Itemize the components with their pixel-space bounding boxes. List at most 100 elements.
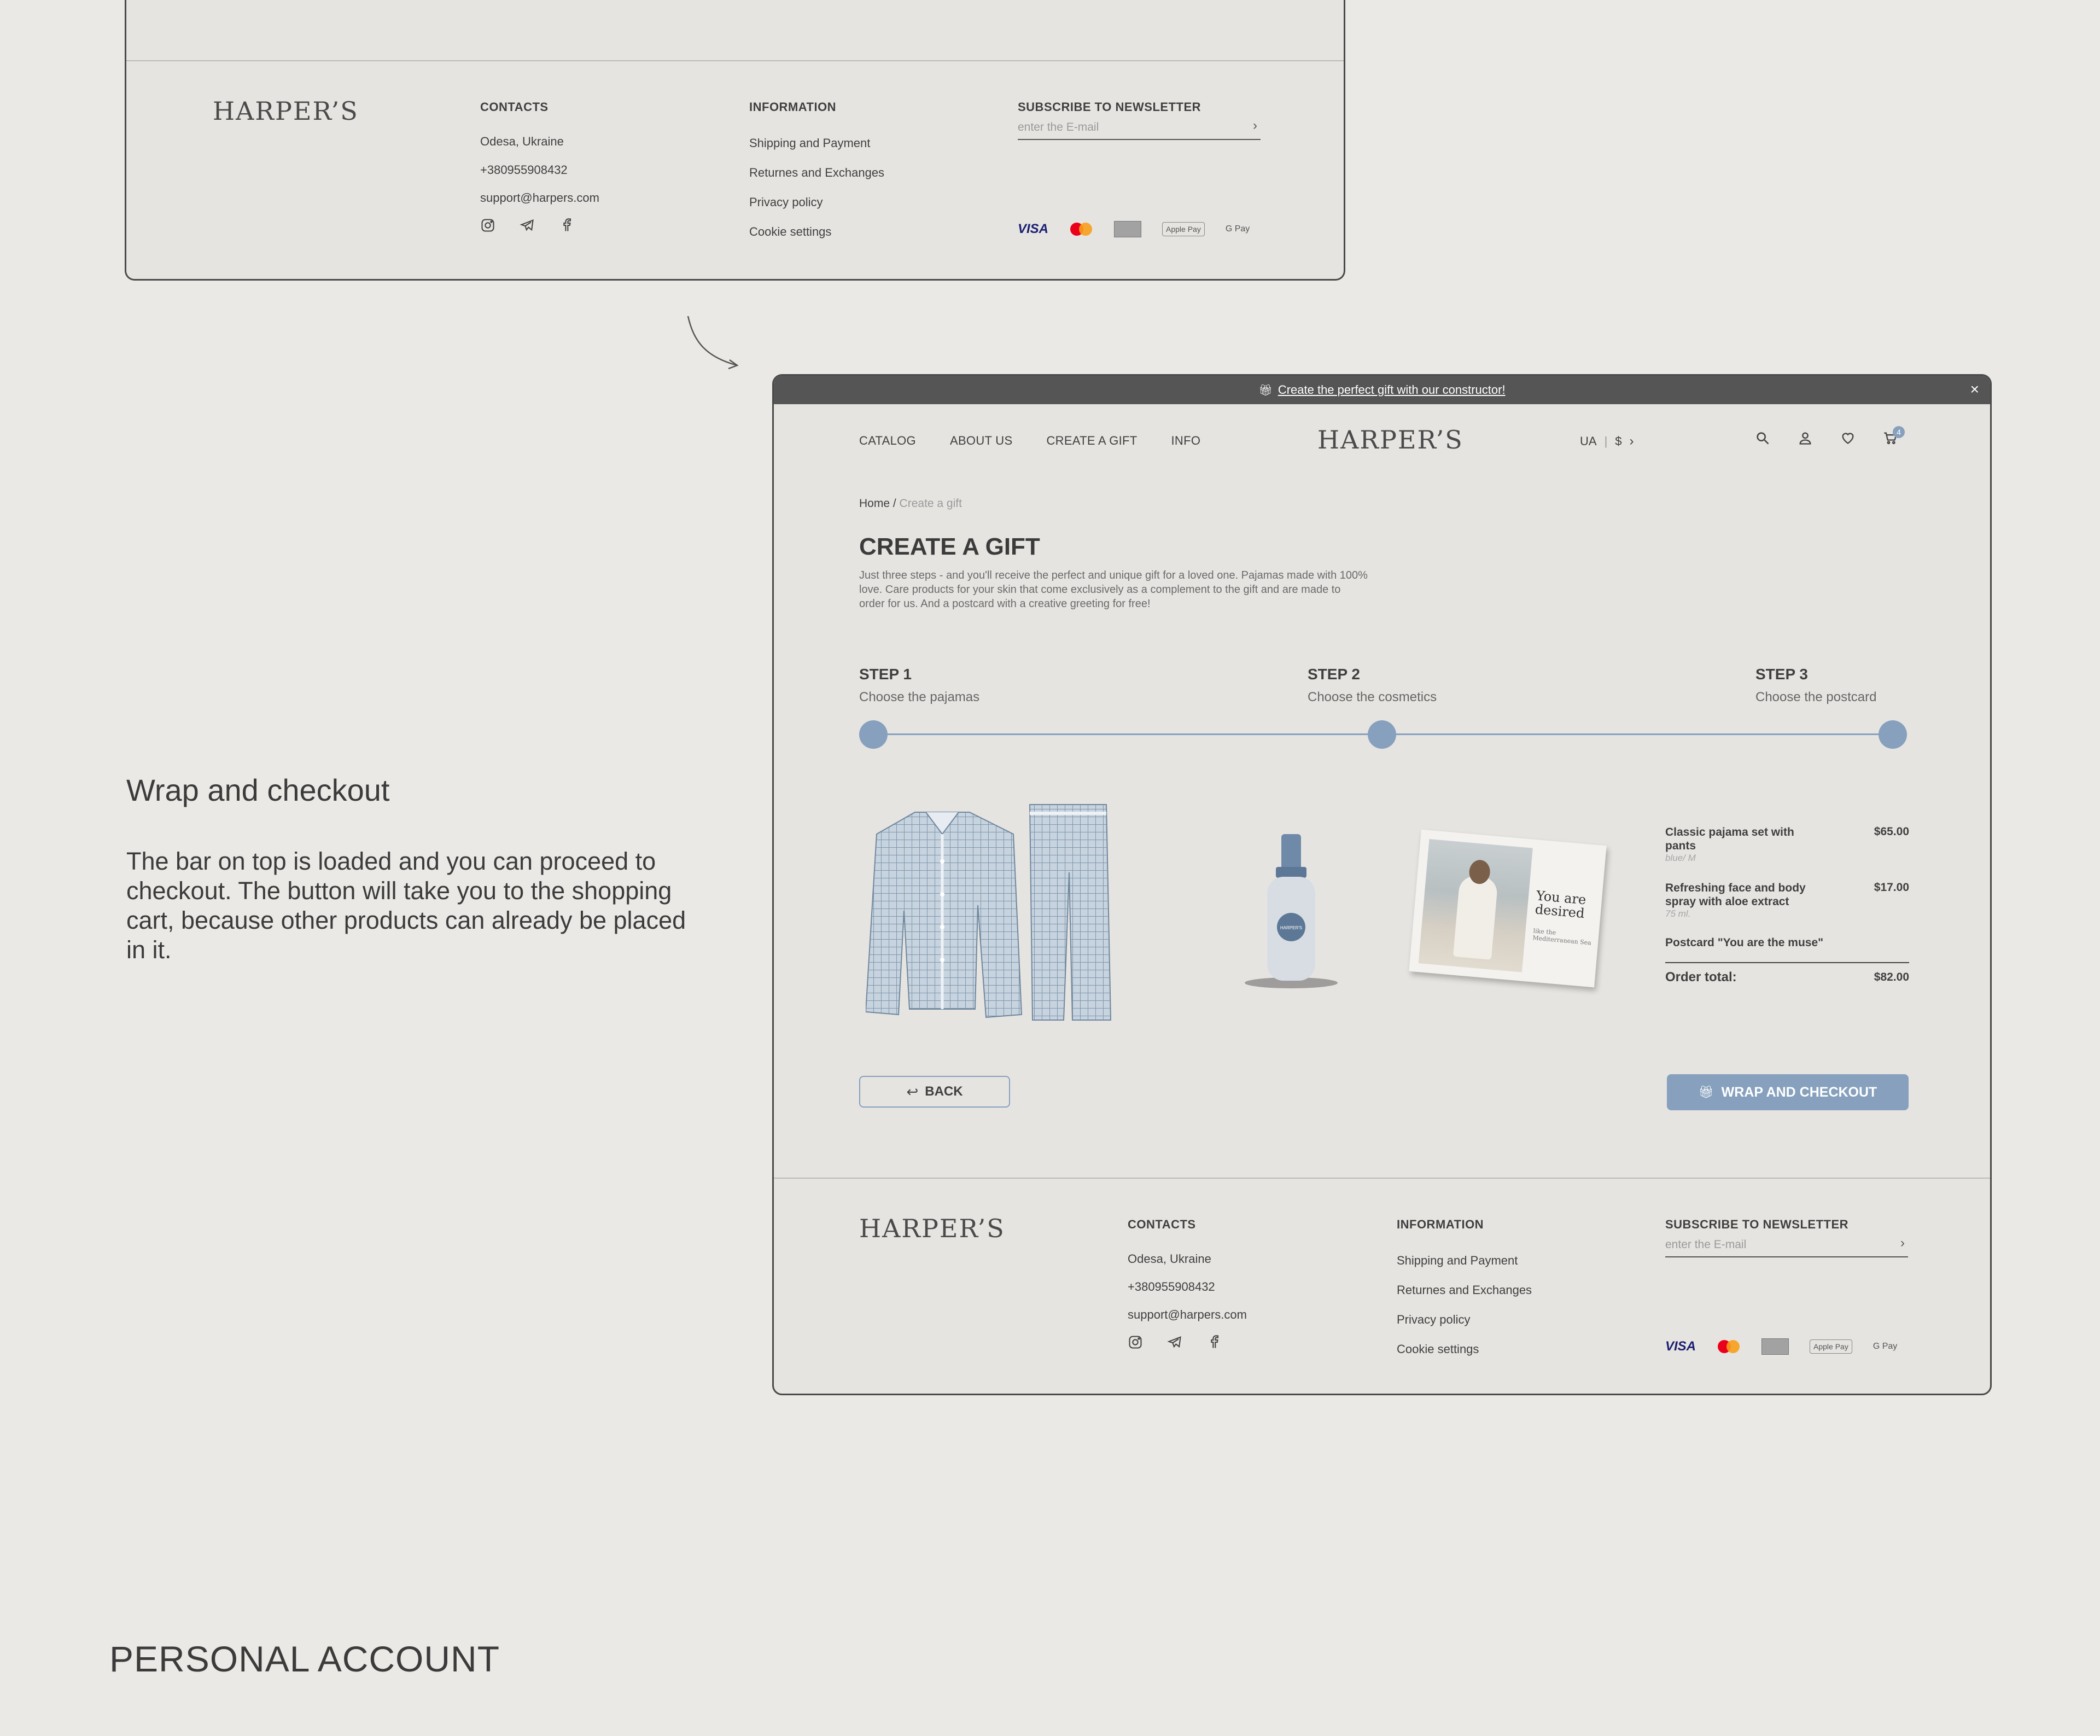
cart-count-badge: 4 — [1893, 426, 1905, 438]
newsletter-placeholder: enter the E-mail — [1018, 121, 1099, 133]
footer-link-returns[interactable]: Returnes and Exchanges — [749, 166, 884, 180]
header-logo[interactable]: HARPER’S — [1317, 425, 1463, 455]
newsletter-email-field[interactable]: enter the E-mail › — [1018, 115, 1261, 140]
apple-pay-icon: Apple Pay — [1810, 1339, 1852, 1354]
gift-icon: 🎁︎ — [1698, 1085, 1714, 1099]
order-total-value: $82.00 — [1874, 971, 1909, 983]
currency-code: $ — [1615, 434, 1622, 448]
header-actions: 4 — [1755, 426, 1905, 446]
promo-banner: 🎁︎ Create the perfect gift with our const… — [774, 376, 1990, 404]
order-total-label: Order total: — [1665, 970, 1737, 984]
footer-link-cookies[interactable]: Cookie settings — [749, 225, 831, 239]
amex-icon — [1761, 1338, 1789, 1355]
payment-methods: VISA Apple Pay G Pay — [1018, 221, 1250, 237]
nav-create-a-gift[interactable]: CREATE A GIFT — [1046, 434, 1137, 448]
flow-arrow-icon — [687, 316, 739, 370]
user-icon[interactable] — [1798, 430, 1813, 446]
postcard-photo — [1418, 839, 1533, 972]
contact-email[interactable]: support@harpers.com — [1128, 1308, 1247, 1322]
summary-item: Refreshing face and body spray with aloe… — [1665, 881, 1909, 936]
newsletter-title: SUBSCRIBE TO NEWSLETTER — [1665, 1217, 1849, 1231]
contact-phone[interactable]: +380955908432 — [1128, 1280, 1215, 1294]
step-3-title: STEP 3 — [1755, 666, 1808, 683]
order-summary: Classic pajama set with pants blue/ M $6… — [1665, 825, 1909, 992]
personal-account-heading: PERSONAL ACCOUNT — [109, 1639, 500, 1679]
instagram-icon[interactable] — [1128, 1335, 1143, 1350]
footer-logo[interactable]: HARPER’S — [859, 1214, 1005, 1243]
checkout-button-label: WRAP AND CHECKOUT — [1721, 1084, 1877, 1100]
summary-item: Classic pajama set with pants blue/ M $6… — [1665, 825, 1909, 881]
submit-arrow-icon[interactable]: › — [1900, 1236, 1905, 1251]
section-description: The bar on top is loaded and you can pro… — [126, 847, 686, 964]
summary-item-price: $17.00 — [1874, 881, 1909, 894]
google-pay-icon: G Pay — [1872, 1342, 1898, 1351]
footer-link-shipping[interactable]: Shipping and Payment — [749, 136, 870, 150]
telegram-icon[interactable] — [520, 218, 535, 233]
heart-icon[interactable] — [1840, 430, 1856, 446]
footer-link-shipping[interactable]: Shipping and Payment — [1397, 1254, 1518, 1268]
back-button[interactable]: ↩ BACK — [859, 1076, 1010, 1108]
google-pay-icon: G Pay — [1225, 224, 1250, 234]
facebook-icon[interactable] — [1206, 1335, 1222, 1350]
telegram-icon[interactable] — [1167, 1335, 1182, 1350]
step-2-dot[interactable] — [1368, 720, 1396, 749]
contact-city: Odesa, Ukraine — [480, 135, 564, 148]
breadcrumb: Home / Create a gift — [859, 497, 962, 510]
amex-icon — [1114, 221, 1142, 237]
visa-icon: VISA — [1665, 1339, 1696, 1354]
summary-item-variant: 75 ml. — [1665, 908, 1691, 919]
cart-button[interactable]: 4 — [1883, 426, 1905, 446]
footer-logo[interactable]: HARPER’S — [213, 96, 359, 126]
breadcrumb-home[interactable]: Home — [859, 497, 890, 510]
nav-catalog[interactable]: CATALOG — [859, 434, 916, 448]
previous-screen-frame: HARPER’S CONTACTS Odesa, Ukraine +380955… — [125, 0, 1345, 281]
summary-item-name: Refreshing face and body spray with aloe… — [1665, 882, 1806, 908]
bottle-label: HARPER'S — [1280, 925, 1302, 930]
main-nav: CATALOG ABOUT US CREATE A GIFT INFO — [859, 434, 1200, 448]
contacts-title: CONTACTS — [480, 100, 549, 114]
promo-banner-link[interactable]: 🎁︎ Create the perfect gift with our const… — [774, 383, 1990, 397]
postcard-caption: like the Mediterranean Sea — [1532, 927, 1592, 947]
information-title: INFORMATION — [749, 100, 837, 114]
chevron-right-icon: › — [1629, 434, 1634, 448]
return-arrow-icon: ↩ — [906, 1083, 919, 1100]
social-icons — [1128, 1335, 1222, 1350]
close-icon[interactable]: × — [1970, 381, 1979, 398]
page-title: CREATE A GIFT — [859, 533, 1040, 560]
nav-info[interactable]: INFO — [1171, 434, 1201, 448]
nav-about-us[interactable]: ABOUT US — [950, 434, 1012, 448]
step-1-dot[interactable] — [859, 720, 888, 749]
wrap-and-checkout-button[interactable]: 🎁︎ WRAP AND CHECKOUT — [1667, 1074, 1909, 1110]
contacts-title: CONTACTS — [1128, 1217, 1196, 1231]
gift-icon: 🎁︎ — [1258, 385, 1273, 397]
mastercard-icon — [1717, 1339, 1741, 1354]
summary-item-name: Postcard "You are the muse" — [1665, 936, 1824, 949]
footer-link-privacy[interactable]: Privacy policy — [1397, 1313, 1470, 1327]
postcard-headline: You are desired — [1534, 888, 1587, 922]
pajama-set-image — [866, 804, 1112, 1021]
submit-arrow-icon[interactable]: › — [1253, 118, 1257, 133]
summary-item-variant: blue/ M — [1665, 853, 1696, 863]
footer-link-privacy[interactable]: Privacy policy — [749, 195, 822, 209]
instagram-icon[interactable] — [480, 218, 495, 233]
create-gift-screen: 🎁︎ Create the perfect gift with our const… — [772, 374, 1992, 1395]
footer-divider — [126, 60, 1344, 61]
facebook-icon[interactable] — [559, 218, 574, 233]
order-total-row: Order total: $82.00 — [1665, 970, 1909, 992]
step-3-dot[interactable] — [1879, 720, 1907, 749]
breadcrumb-current: Create a gift — [899, 497, 962, 510]
newsletter-email-field[interactable]: enter the E-mail › — [1665, 1232, 1908, 1257]
search-icon[interactable] — [1755, 430, 1770, 446]
locale-selector[interactable]: UA | $ › — [1580, 434, 1634, 449]
newsletter-placeholder: enter the E-mail — [1665, 1238, 1747, 1251]
footer-link-returns[interactable]: Returnes and Exchanges — [1397, 1283, 1532, 1297]
locale-divider: | — [1604, 434, 1608, 448]
contact-email[interactable]: support@harpers.com — [480, 191, 599, 205]
page-intro: Just three steps - and you'll receive th… — [859, 569, 1368, 610]
footer-link-cookies[interactable]: Cookie settings — [1397, 1342, 1479, 1356]
step-2-title: STEP 2 — [1308, 666, 1360, 683]
information-title: INFORMATION — [1397, 1217, 1484, 1231]
contact-phone[interactable]: +380955908432 — [480, 163, 568, 177]
language-code: UA — [1580, 434, 1597, 448]
newsletter-title: SUBSCRIBE TO NEWSLETTER — [1018, 100, 1201, 114]
